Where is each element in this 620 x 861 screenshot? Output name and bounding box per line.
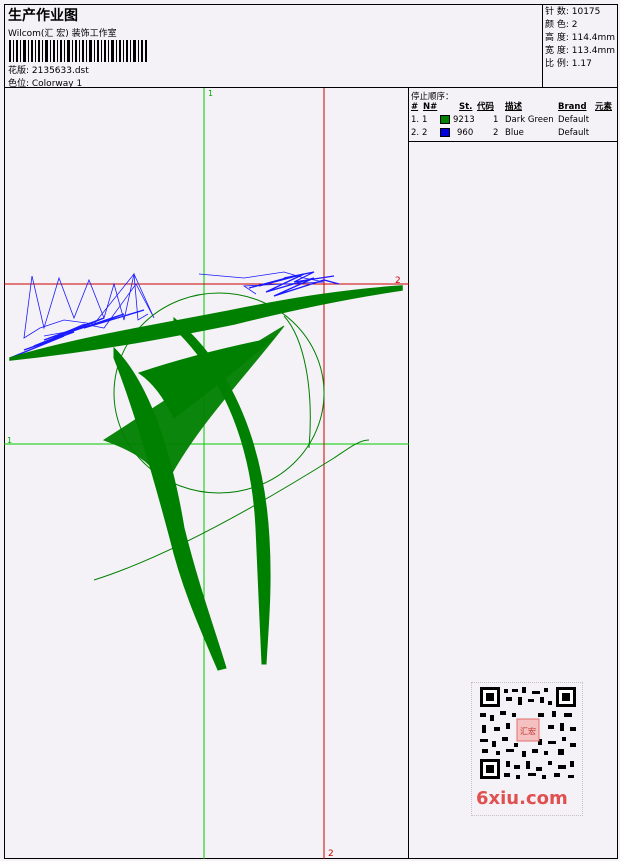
design-width: 宽 度: 113.4mm [545, 46, 616, 56]
page-title: 生产作业图 [8, 8, 78, 24]
row-index: 1. [411, 115, 420, 125]
col-element: 元素 [595, 102, 613, 112]
row-stitches: 9213 [453, 115, 475, 125]
guide-label-h2: 2 [395, 276, 401, 286]
row-num: 1 [422, 115, 428, 125]
color-swatch [440, 128, 450, 137]
col-num: N# [423, 102, 438, 112]
col-brand: Brand [558, 102, 587, 112]
col-code: 代码 [477, 102, 495, 112]
stop-sequence-header: # N# St. 代码 描述 Brand 元素 [409, 101, 618, 113]
green-stitch-layer [9, 285, 403, 671]
table-row: 2. 2 960 2 Blue Default [409, 127, 618, 139]
row-index: 2. [411, 128, 420, 138]
design-canvas: 1 1 2 2 [4, 88, 409, 859]
row-desc: Blue [505, 128, 524, 138]
embroidery-preview: 1 1 2 2 [4, 88, 409, 859]
stats-panel: 针 数: 10175 颜 色: 2 高 度: 114.4mm 宽 度: 113.… [543, 4, 618, 88]
row-stitches: 960 [457, 128, 474, 138]
header-panel: 生产作业图 Wilcom(汇 宏) 装饰工作室 花版: 2135633.dst … [4, 4, 543, 89]
col-stitches: St. [459, 102, 473, 112]
row-num: 2 [422, 128, 428, 138]
qr-badge: 汇宏 [520, 726, 536, 736]
color-count: 颜 色: 2 [545, 20, 578, 30]
row-brand: Default [558, 128, 590, 138]
col-index: # [411, 102, 419, 112]
guide-label-h1: 1 [7, 436, 12, 445]
color-swatch [440, 115, 450, 124]
row-desc: Dark Green [505, 115, 554, 125]
guide-label-v1: 1 [208, 89, 213, 98]
watermark: 6xiu.com [476, 788, 568, 809]
guide-label-v2: 2 [328, 849, 334, 859]
col-desc: 描述 [505, 102, 523, 112]
design-height: 高 度: 114.4mm [545, 33, 616, 43]
table-row: 1. 1 9213 1 Dark Green Default [409, 114, 618, 126]
barcode [9, 40, 147, 62]
stop-sequence-panel: 停止顺序： # N# St. 代码 描述 Brand 元素 1. 1 9213 … [409, 88, 618, 142]
stitch-count: 针 数: 10175 [545, 7, 601, 17]
studio-line: Wilcom(汇 宏) 装饰工作室 [8, 29, 117, 39]
design-file-label: 花版: 2135633.dst [8, 66, 89, 76]
row-code: 2 [493, 128, 499, 138]
scale-ratio: 比 例: 1.17 [545, 59, 592, 69]
row-code: 1 [493, 115, 499, 125]
row-brand: Default [558, 115, 590, 125]
